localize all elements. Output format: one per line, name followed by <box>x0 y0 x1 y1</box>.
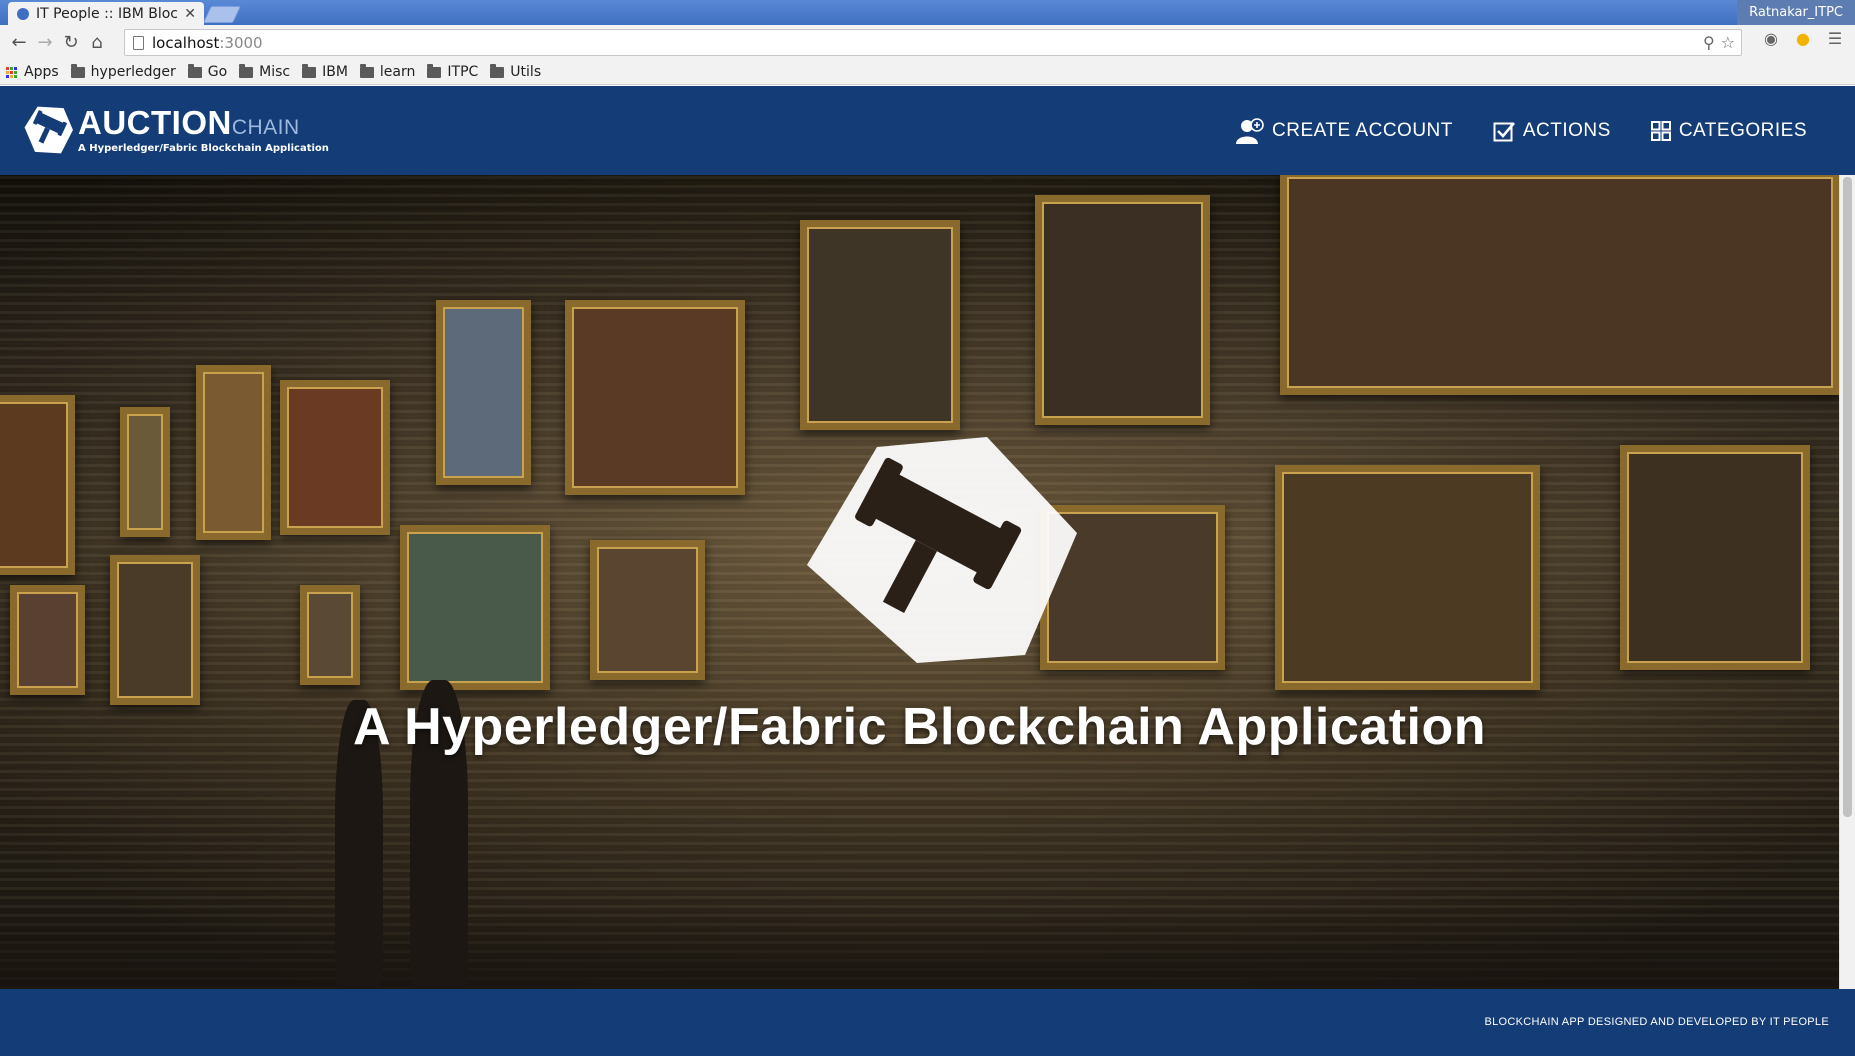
browser-tab[interactable]: IT People :: IBM Bloc ✕ <box>8 2 204 25</box>
hero-section: A Hyperledger/Fabric Blockchain Applicat… <box>0 175 1839 989</box>
address-bar[interactable]: localhost:3000 ⚲ ☆ <box>124 29 1742 56</box>
painting-frame <box>110 555 200 705</box>
checkbox-icon <box>1493 121 1515 141</box>
favicon-icon <box>17 7 29 20</box>
painting-frame <box>196 365 271 540</box>
url-port: :3000 <box>219 33 263 52</box>
home-icon[interactable]: ⌂ <box>84 30 110 56</box>
bookmark-star-icon[interactable]: ☆ <box>1721 33 1735 52</box>
folder-icon <box>427 63 442 78</box>
painting-frame <box>0 395 75 575</box>
browser-toolbar: ← → ↻ ⌂ localhost:3000 ⚲ ☆ ◉ ● ☰ <box>0 25 1855 60</box>
page-icon <box>133 35 144 50</box>
site-header: AUCTIONCHAIN A Hyperledger/Fabric Blockc… <box>0 86 1855 175</box>
apps-icon <box>6 66 17 78</box>
bookmark-folder[interactable]: Go <box>187 63 228 80</box>
bookmark-folder[interactable]: IBM <box>302 63 348 80</box>
lightbulb-icon[interactable]: ● <box>1793 28 1813 48</box>
bookmark-folder[interactable]: Misc <box>239 63 291 80</box>
menu-icon[interactable]: ☰ <box>1825 28 1845 48</box>
footer-credit: BLOCKCHAIN APP DESIGNED AND DEVELOPED BY… <box>1484 1016 1829 1028</box>
bookmark-label: Misc <box>259 64 291 80</box>
zoom-icon[interactable]: ⚲ <box>1703 33 1715 52</box>
painting-frame <box>120 407 170 537</box>
extension-icon[interactable]: ◉ <box>1761 28 1781 48</box>
grid-icon <box>1650 120 1671 141</box>
painting-frame <box>10 585 85 695</box>
url-host: localhost <box>152 33 220 52</box>
painting-frame <box>1035 195 1210 425</box>
nav-create-account[interactable]: CREATE ACCOUNT <box>1236 117 1453 144</box>
folder-icon <box>302 63 317 78</box>
tab-title: IT People :: IBM Bloc <box>36 5 178 22</box>
bookmark-label: ITPC <box>447 64 479 80</box>
page-scrollbar[interactable] <box>1839 175 1855 989</box>
new-tab-button[interactable] <box>203 6 241 23</box>
bookmark-label: Go <box>207 64 228 80</box>
nav-label: CREATE ACCOUNT <box>1272 119 1453 141</box>
logo-chain-text: CHAIN <box>231 116 300 139</box>
reload-icon[interactable]: ↻ <box>58 30 84 56</box>
logo-main-text: AUCTION <box>78 104 232 141</box>
hero-title: A Hyperledger/Fabric Blockchain Applicat… <box>353 698 1486 756</box>
bookmark-folder[interactable]: learn <box>359 63 416 80</box>
bookmark-label: Utils <box>510 64 542 80</box>
gavel-hexagon-icon <box>24 106 73 154</box>
site-footer: BLOCKCHAIN APP DESIGNED AND DEVELOPED BY… <box>0 989 1855 1056</box>
bookmark-label: IBM <box>322 64 348 80</box>
main-nav: CREATE ACCOUNT ACTIONS CATEGORIES <box>1236 86 1807 175</box>
nav-label: CATEGORIES <box>1678 119 1807 141</box>
back-icon[interactable]: ← <box>6 30 32 56</box>
bookmark-folder[interactable]: Utils <box>490 63 542 80</box>
logo-subtitle: A Hyperledger/Fabric Blockchain Applicat… <box>78 143 329 154</box>
painting-frame <box>590 540 705 680</box>
painting-frame <box>565 300 745 495</box>
painting-frame <box>436 300 531 485</box>
folder-icon <box>239 63 254 78</box>
painting-frame <box>280 380 390 535</box>
nav-label: ACTIONS <box>1522 119 1611 141</box>
nav-categories[interactable]: CATEGORIES <box>1650 119 1807 142</box>
bookmark-folder[interactable]: hyperledger <box>70 63 176 80</box>
gallery-floor <box>0 909 1839 989</box>
bookmark-folder[interactable]: ITPC <box>427 63 479 80</box>
folder-icon <box>359 63 374 78</box>
painting-frame <box>1620 445 1810 670</box>
bookmarks-bar: Apps hyperledger Go Misc IBM learn ITPC … <box>0 60 1855 85</box>
bookmark-label: learn <box>379 64 416 80</box>
bookmark-apps[interactable]: Apps <box>6 64 59 80</box>
forward-icon[interactable]: → <box>32 30 58 56</box>
bookmark-label: Apps <box>24 64 59 80</box>
painting-frame <box>800 220 960 430</box>
gavel-hexagon-icon <box>807 437 1077 663</box>
folder-icon <box>490 63 505 78</box>
folder-icon <box>70 63 85 78</box>
painting-frame <box>400 525 550 690</box>
nav-actions[interactable]: ACTIONS <box>1493 120 1611 142</box>
user-plus-icon <box>1236 117 1264 144</box>
folder-icon <box>187 63 202 78</box>
bookmark-label: hyperledger <box>90 64 176 80</box>
tab-close-icon[interactable]: ✕ <box>184 6 196 22</box>
site-logo[interactable]: AUCTIONCHAIN A Hyperledger/Fabric Blockc… <box>22 104 329 156</box>
scrollbar-thumb[interactable] <box>1843 177 1852 817</box>
painting-frame <box>300 585 360 685</box>
painting-frame <box>1275 465 1540 690</box>
browser-tab-strip: IT People :: IBM Bloc ✕ Ratnakar_ITPC <box>0 0 1855 25</box>
painting-frame <box>1280 175 1839 395</box>
profile-badge[interactable]: Ratnakar_ITPC <box>1737 0 1855 25</box>
